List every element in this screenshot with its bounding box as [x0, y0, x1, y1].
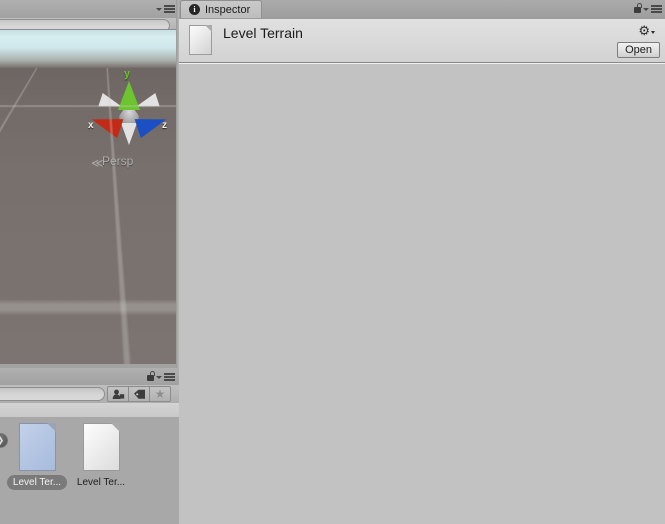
- project-breadcrumb-bar: [0, 403, 179, 418]
- asset-grid-item[interactable]: Level Ter...: [69, 423, 133, 490]
- gear-glyph: ⚙: [638, 23, 650, 38]
- scene-view-toolbar: [0, 18, 179, 30]
- asset-label: Level Ter...: [76, 477, 126, 488]
- tab-inspector-label: Inspector: [205, 3, 251, 16]
- chevron-down-icon: [643, 7, 649, 11]
- unity-editor-window: y x z ≪ Persp ★ Level Ter... Level Ter..…: [0, 0, 665, 524]
- open-button[interactable]: Open: [617, 42, 660, 58]
- lock-icon[interactable]: [634, 3, 643, 13]
- file-icon: [189, 25, 212, 55]
- hamburger-menu-icon[interactable]: [156, 5, 175, 13]
- file-icon: [18, 423, 56, 471]
- x-axis-label: x: [88, 120, 94, 131]
- filter-by-label-button[interactable]: [128, 386, 150, 402]
- asset-label: Level Ter...: [6, 475, 68, 490]
- tag-icon: [133, 389, 145, 399]
- negative-y-cone-icon[interactable]: [121, 123, 137, 145]
- y-axis-label: y: [124, 68, 131, 80]
- project-browser-panel: ★ ❯ Level Ter... Level Ter...: [0, 368, 179, 524]
- lock-icon[interactable]: [147, 371, 156, 381]
- page-fold-corner: [46, 423, 56, 432]
- page-title: Level Terrain: [223, 25, 303, 41]
- projection-mode-label[interactable]: Persp: [102, 154, 133, 168]
- sky-gradient: [0, 30, 176, 70]
- filter-by-type-button[interactable]: [107, 386, 129, 402]
- project-browser-tabbar: [0, 368, 179, 386]
- menu-lines: [164, 373, 175, 381]
- scene-search-input[interactable]: [0, 19, 170, 29]
- y-axis-cone-icon[interactable]: [118, 81, 140, 110]
- star-icon: ★: [154, 387, 166, 401]
- gear-icon[interactable]: ⚙: [638, 24, 655, 37]
- scene-view-panel: y x z ≪ Persp: [0, 0, 179, 368]
- project-asset-grid[interactable]: ❯ Level Ter... Level Ter...: [0, 417, 179, 524]
- file-icon: [82, 423, 120, 471]
- z-axis-label: z: [162, 120, 167, 131]
- inspector-asset-header: Level Terrain ⚙ Open: [179, 18, 665, 63]
- type-filter-icon: [112, 389, 124, 399]
- scene-viewport[interactable]: y x z ≪ Persp: [0, 30, 176, 364]
- menu-lines: [651, 5, 662, 13]
- inspector-tabbar: i Inspector: [179, 0, 665, 18]
- menu-lines: [164, 5, 175, 13]
- chevron-down-icon: [156, 375, 162, 379]
- chevron-down-icon: [156, 7, 162, 11]
- favorites-button[interactable]: ★: [149, 386, 171, 402]
- hamburger-menu-icon[interactable]: [643, 5, 662, 13]
- project-search-input[interactable]: [0, 387, 105, 401]
- chevron-down-icon: [651, 31, 655, 34]
- project-browser-toolbar: ★: [0, 385, 179, 404]
- hamburger-menu-icon[interactable]: [156, 373, 175, 381]
- tab-inspector[interactable]: i Inspector: [180, 0, 263, 18]
- info-icon: i: [189, 4, 200, 15]
- scene-view-tabbar: [0, 0, 179, 19]
- left-column: y x z ≪ Persp ★ Level Ter... Level Ter..…: [0, 0, 179, 524]
- page-fold-corner: [110, 423, 120, 432]
- inspector-panel: i Inspector Level Terrain ⚙ Open: [179, 0, 665, 524]
- inspector-body: [179, 63, 665, 524]
- asset-grid-item[interactable]: Level Ter...: [5, 423, 69, 490]
- page-fold-corner: [205, 25, 212, 32]
- scene-orientation-gizmo[interactable]: y x z ≪ Persp: [88, 68, 172, 170]
